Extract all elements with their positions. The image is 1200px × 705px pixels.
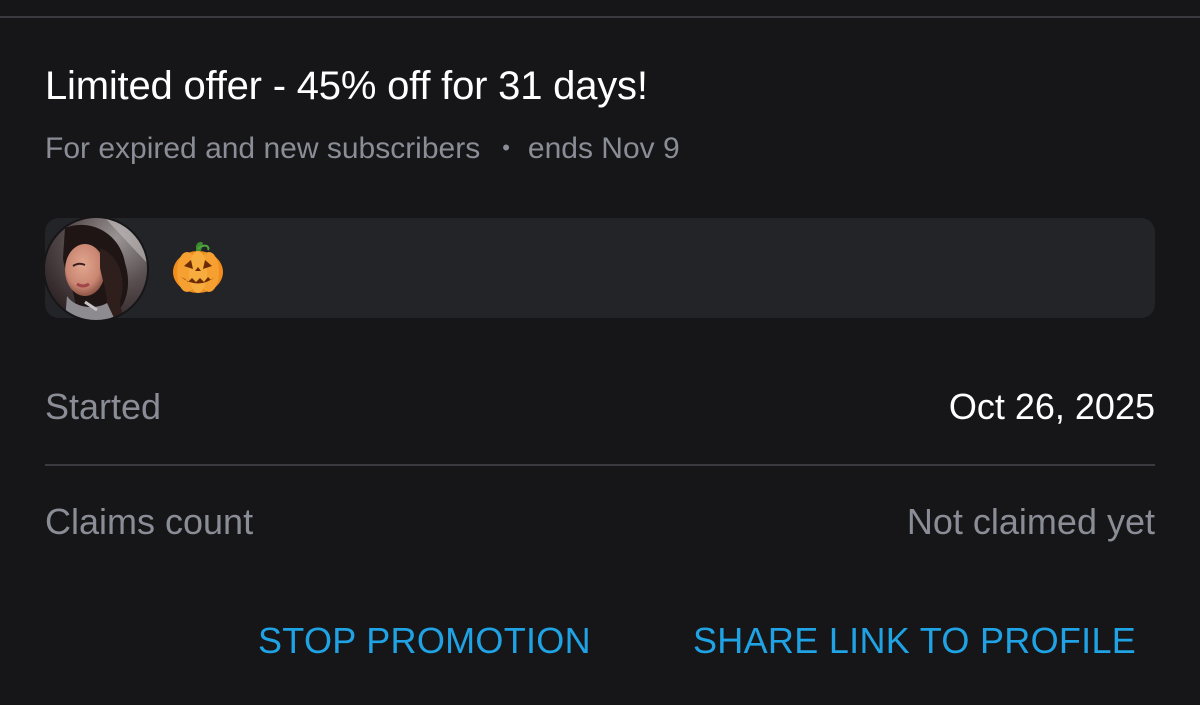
jack-o-lantern-icon [170, 240, 226, 296]
share-link-to-profile-button[interactable]: SHARE LINK TO PROFILE [693, 618, 1136, 664]
started-date: Oct 26, 2025 [948, 386, 1155, 427]
promotion-end-date: ends Nov 9 [527, 132, 680, 165]
top-divider [0, 16, 1200, 18]
claims-count-label: Claims count [45, 501, 254, 542]
claims-count-value: Not claimed yet [906, 501, 1155, 542]
row-divider [45, 464, 1155, 466]
started-label: Started [45, 386, 162, 427]
promotion-subtitle: For expired and new subscribers • ends Nov… [45, 128, 680, 169]
separator-dot: • [502, 135, 510, 160]
promotion-audience: For expired and new subscribers [45, 132, 481, 165]
avatar[interactable] [45, 218, 147, 320]
promotion-title: Limited offer - 45% off for 31 days! [45, 64, 648, 108]
avatar-photo-icon [45, 218, 147, 320]
stop-promotion-button[interactable]: STOP PROMOTION [258, 618, 591, 664]
